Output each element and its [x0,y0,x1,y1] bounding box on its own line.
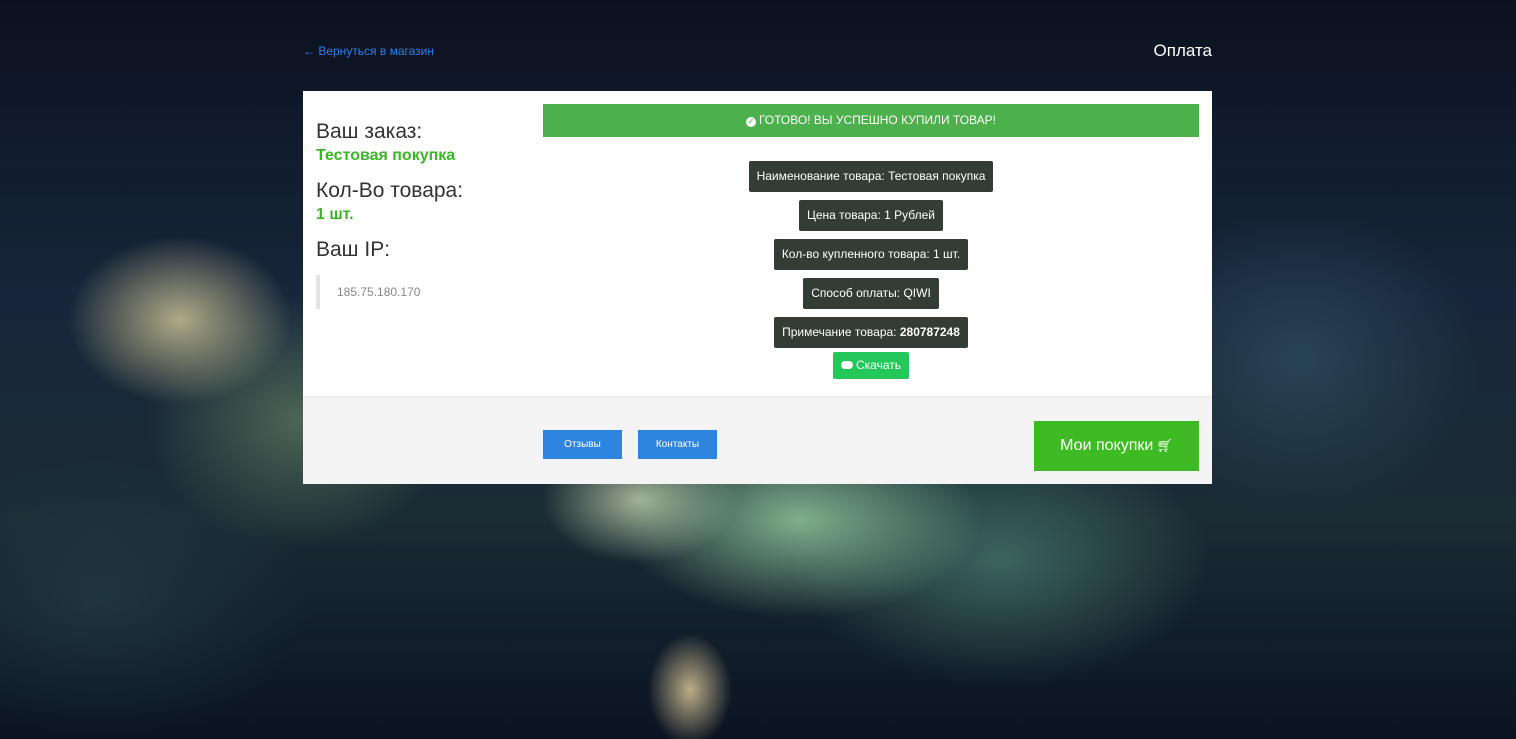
check-circle-icon: ✓ [745,117,756,127]
back-to-shop-link[interactable]: ← Вернуться в магазин [303,44,434,58]
product-note-chip[interactable]: Примечание товара: 280787248 [774,317,968,348]
product-price-chip: Цена товара: 1 Рублей [798,200,943,231]
payment-card: Ваш заказ: Тестовая покупка Кол-Во товар… [303,91,1212,484]
details-list: Наименование товара: Тестовая покупка Це… [543,161,1199,395]
success-message: ГОТОВО! ВЫ УСПЕШНО КУПИЛИ ТОВАР! [758,113,996,127]
my-purchases-label: Мои покупки [1060,437,1154,454]
cloud-download-icon [841,361,853,369]
ip-label: Ваш IP: [316,238,391,261]
reviews-button[interactable]: Отзывы [543,430,622,459]
download-button[interactable]: Скачать [833,352,909,379]
purchase-details: ✓ ГОТОВО! ВЫ УСПЕШНО КУПИЛИ ТОВАР! Наимен… [543,104,1199,395]
payment-method-chip: Способ оплаты: QIWI [803,278,939,309]
top-bar: ← Вернуться в магазин Оплата [303,40,1212,64]
card-footer: Отзывы Контакты Мои покупки 🛒︎ [303,396,1212,484]
my-purchases-button[interactable]: Мои покупки 🛒︎ [1034,421,1199,471]
ip-value: 185.75.180.170 [316,275,526,309]
quantity-value: 1 шт. [316,206,354,223]
success-alert: ✓ ГОТОВО! ВЫ УСПЕШНО КУПИЛИ ТОВАР! [543,104,1199,137]
order-summary: Ваш заказ: Тестовая покупка Кол-Во товар… [316,119,526,309]
note-label: Примечание товара: [782,325,900,339]
purchased-quantity-chip: Кол-во купленного товара: 1 шт. [773,239,969,270]
page-title: Оплата [1153,41,1212,60]
contacts-button[interactable]: Контакты [638,430,717,459]
product-name-chip: Наименование товара: Тестовая покупка [748,161,994,192]
order-label: Ваш заказ: [316,120,423,143]
order-value: Тестовая покупка [316,147,456,164]
quantity-label: Кол-Во товара: [316,179,464,202]
note-value: 280787248 [899,325,960,339]
download-label: Скачать [856,358,901,372]
cart-icon: 🛒︎ [1156,438,1173,453]
